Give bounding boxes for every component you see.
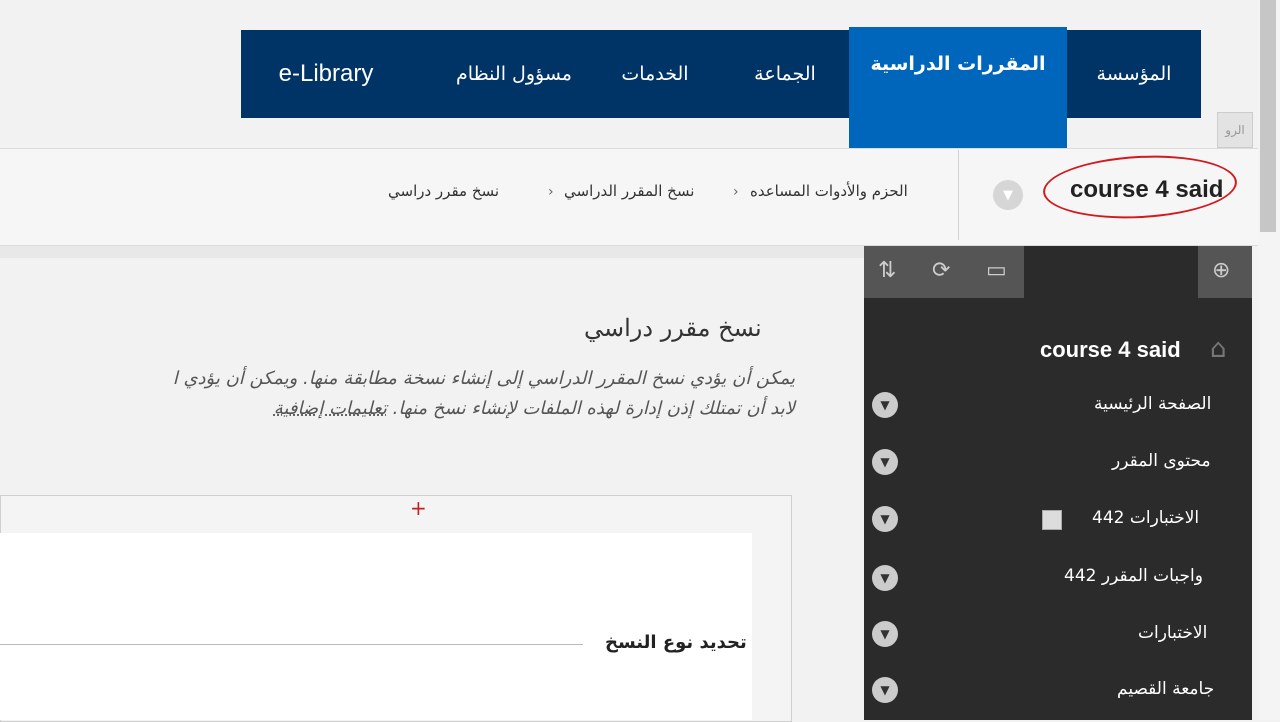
tab-courses[interactable]: المقررات الدراسية <box>849 27 1067 148</box>
chevron-right-icon: › <box>733 184 739 200</box>
chevron-down-icon[interactable]: ▼ <box>872 392 898 418</box>
folder-icon[interactable]: ▭ <box>986 258 1007 283</box>
sidebar-item-qassim-university[interactable]: جامعة القصيم <box>1117 679 1214 699</box>
plus-icon: + <box>410 496 427 520</box>
chevron-down-icon[interactable]: ▼ <box>872 449 898 475</box>
copy-options-form <box>0 533 752 720</box>
sidebar-item-content[interactable]: محتوى المقرر <box>1112 451 1211 471</box>
refresh-icon[interactable]: ⟳ <box>932 258 950 283</box>
side-mini-button[interactable]: الرو <box>1217 112 1253 148</box>
breadcrumb-item-current: نسخ مقرر دراسي <box>388 182 500 200</box>
course-menu-sidebar <box>864 246 1252 720</box>
reorder-icon[interactable]: ⇅ <box>878 258 896 283</box>
add-icon[interactable]: ⊕ <box>1212 258 1230 283</box>
section-divider <box>0 644 583 645</box>
tab-e-library[interactable]: e-Library <box>241 30 411 118</box>
sidebar-item-tests[interactable]: الاختبارات <box>1138 623 1207 643</box>
page-title: نسخ مقرر دراسي <box>584 314 762 342</box>
chevron-down-icon[interactable]: ▼ <box>872 621 898 647</box>
chevron-down-icon[interactable]: ▼ <box>872 677 898 703</box>
external-link-icon <box>1042 510 1062 530</box>
copy-type-section-title: تحديد نوع النسخ <box>605 632 747 653</box>
chevron-right-icon: › <box>548 184 554 200</box>
description-line-1: يمكن أن يؤدي نسخ المقرر الدراسي إلى إنشا… <box>172 368 795 389</box>
sidebar-course-name[interactable]: course 4 said <box>1040 337 1181 363</box>
breadcrumb-divider <box>958 150 959 240</box>
breadcrumb-item-copy-course[interactable]: نسخ المقرر الدراسي <box>564 182 694 200</box>
content-shadow <box>0 246 864 258</box>
chevron-down-icon[interactable]: ▼ <box>872 506 898 532</box>
tab-system-admin[interactable]: مسؤول النظام <box>419 30 609 118</box>
sidebar-item-tests-442[interactable]: الاختبارات 442 <box>1092 508 1199 528</box>
breadcrumb-item-tools[interactable]: الحزم والأدوات المساعده <box>750 182 908 200</box>
description-line-2: لابد أن تمتلك إذن إدارة لهذه الملفات لإن… <box>273 398 795 419</box>
more-help-link[interactable]: تعليمات إضافية <box>274 398 387 419</box>
home-icon: ⌂ <box>1210 334 1227 364</box>
top-navigation: e-Library مسؤول النظام الخدمات الجماعة ا… <box>241 27 1201 148</box>
chevron-down-icon[interactable]: ▼ <box>993 180 1023 210</box>
tab-community[interactable]: الجماعة <box>731 30 839 118</box>
tab-services[interactable]: الخدمات <box>601 30 709 118</box>
tab-institution[interactable]: المؤسسة <box>1067 30 1201 118</box>
sidebar-item-assignments-442[interactable]: واجبات المقرر 442 <box>1064 566 1203 586</box>
scrollbar-thumb[interactable] <box>1260 0 1276 232</box>
chevron-down-icon[interactable]: ▼ <box>872 565 898 591</box>
page-description: يمكن أن يؤدي نسخ المقرر الدراسي إلى إنشا… <box>0 364 795 424</box>
sidebar-item-home[interactable]: الصفحة الرئيسية <box>1094 394 1211 414</box>
